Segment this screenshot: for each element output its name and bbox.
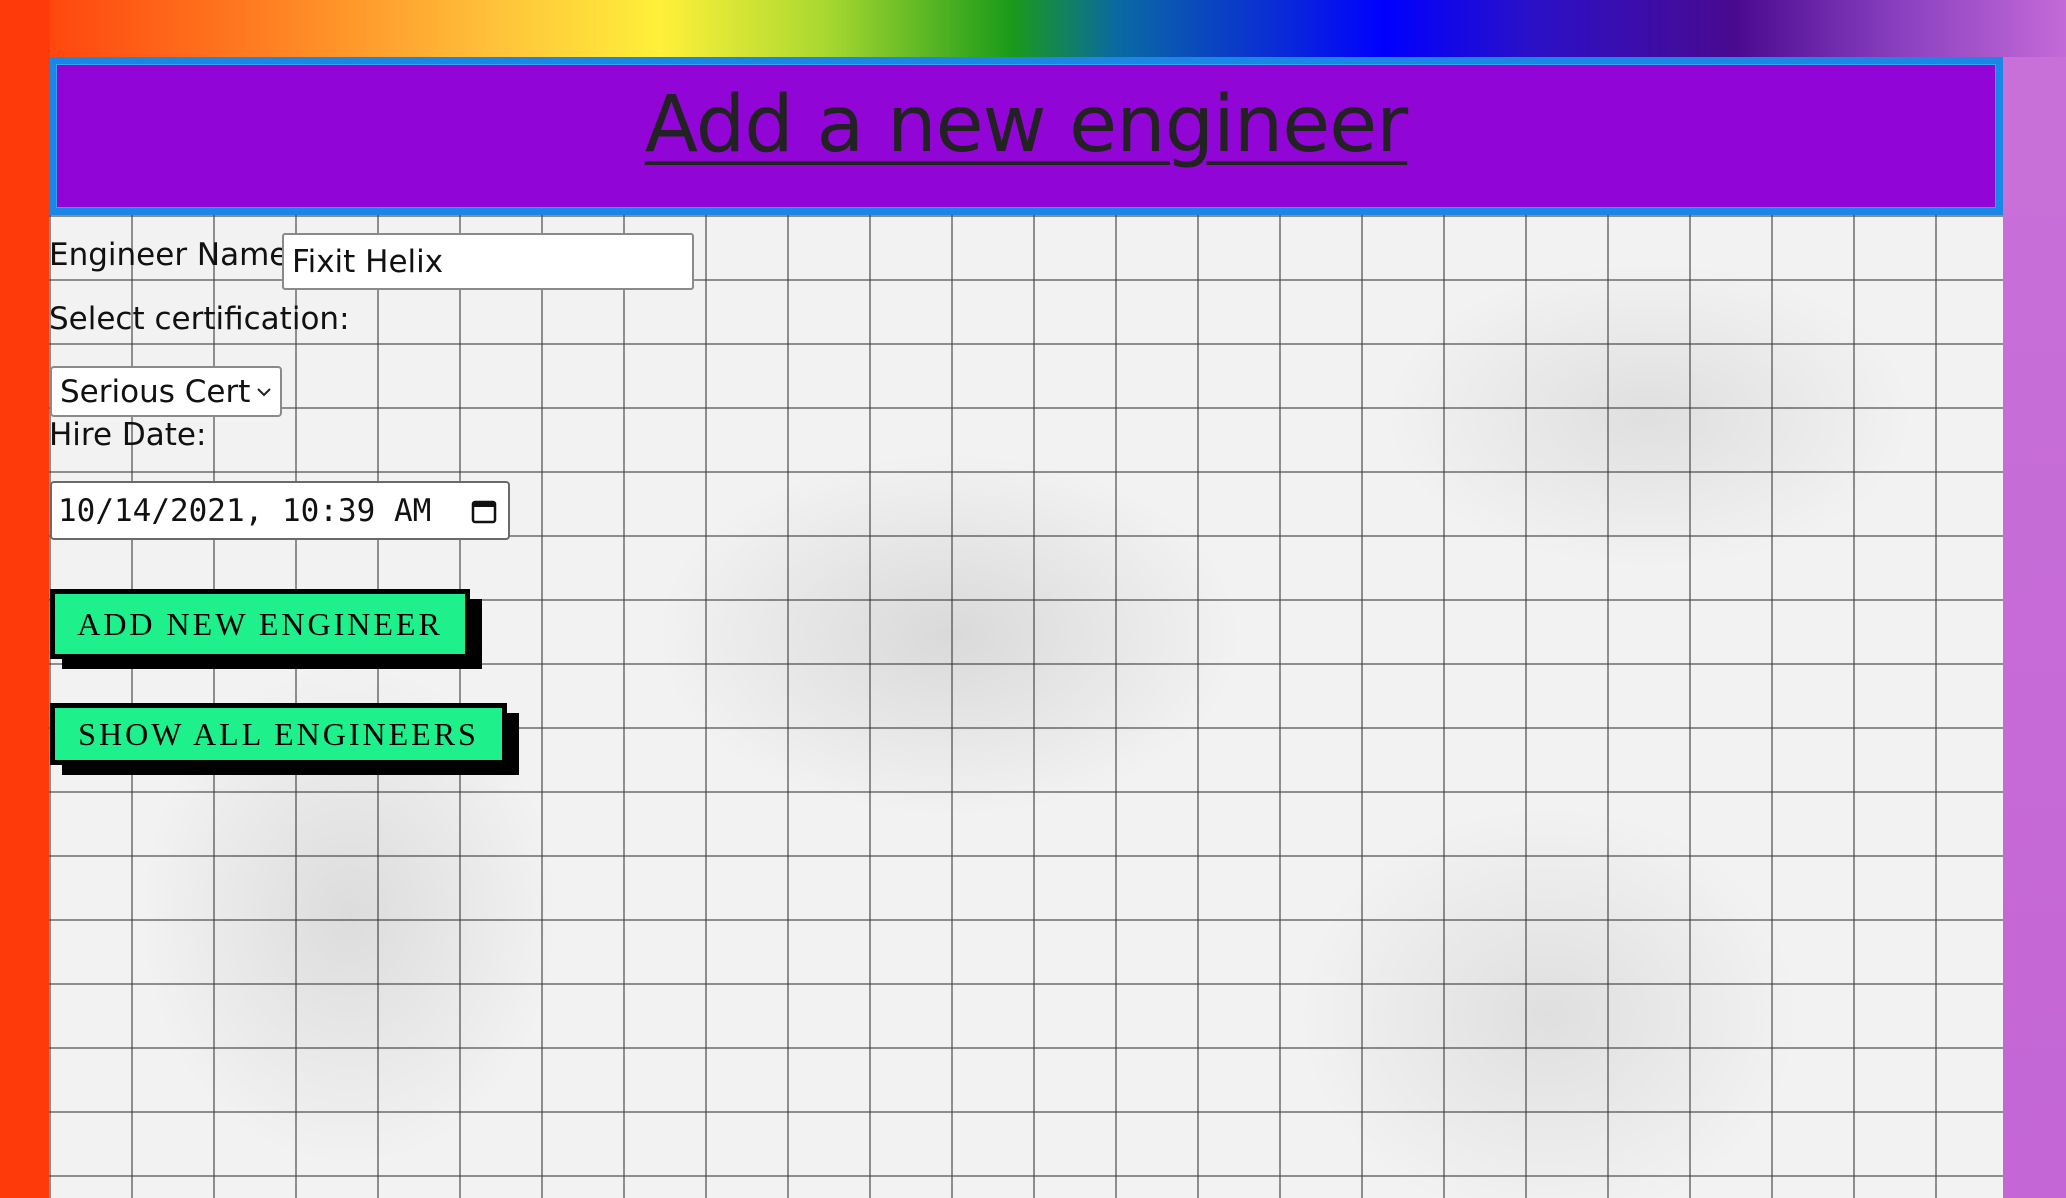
hire-date-label: Hire Date: [49,417,207,453]
show-all-engineers-button[interactable]: SHOW ALL ENGINEERS [50,703,507,765]
engineer-name-label: Engineer Name: [49,237,299,273]
form-panel: Engineer Name: Select certification: Ser… [49,215,2003,1198]
header-banner: Add a new engineer [49,57,2003,215]
calendar-icon[interactable] [470,497,498,525]
add-engineer-button[interactable]: ADD NEW ENGINEER [50,589,470,659]
certification-select[interactable]: Serious Cert [50,366,282,417]
page-title: Add a new engineer [644,80,1409,170]
hire-date-value: 10/14/2021, 10:39 AM [58,492,432,529]
certification-label: Select certification: [49,301,350,337]
chevron-down-icon [257,388,271,397]
engineer-name-input[interactable] [282,233,694,290]
hire-date-input[interactable]: 10/14/2021, 10:39 AM [50,481,510,540]
page-container: Add a new engineer Engineer Name: Select… [49,57,2003,1198]
certification-selected-value: Serious Cert [60,373,251,410]
